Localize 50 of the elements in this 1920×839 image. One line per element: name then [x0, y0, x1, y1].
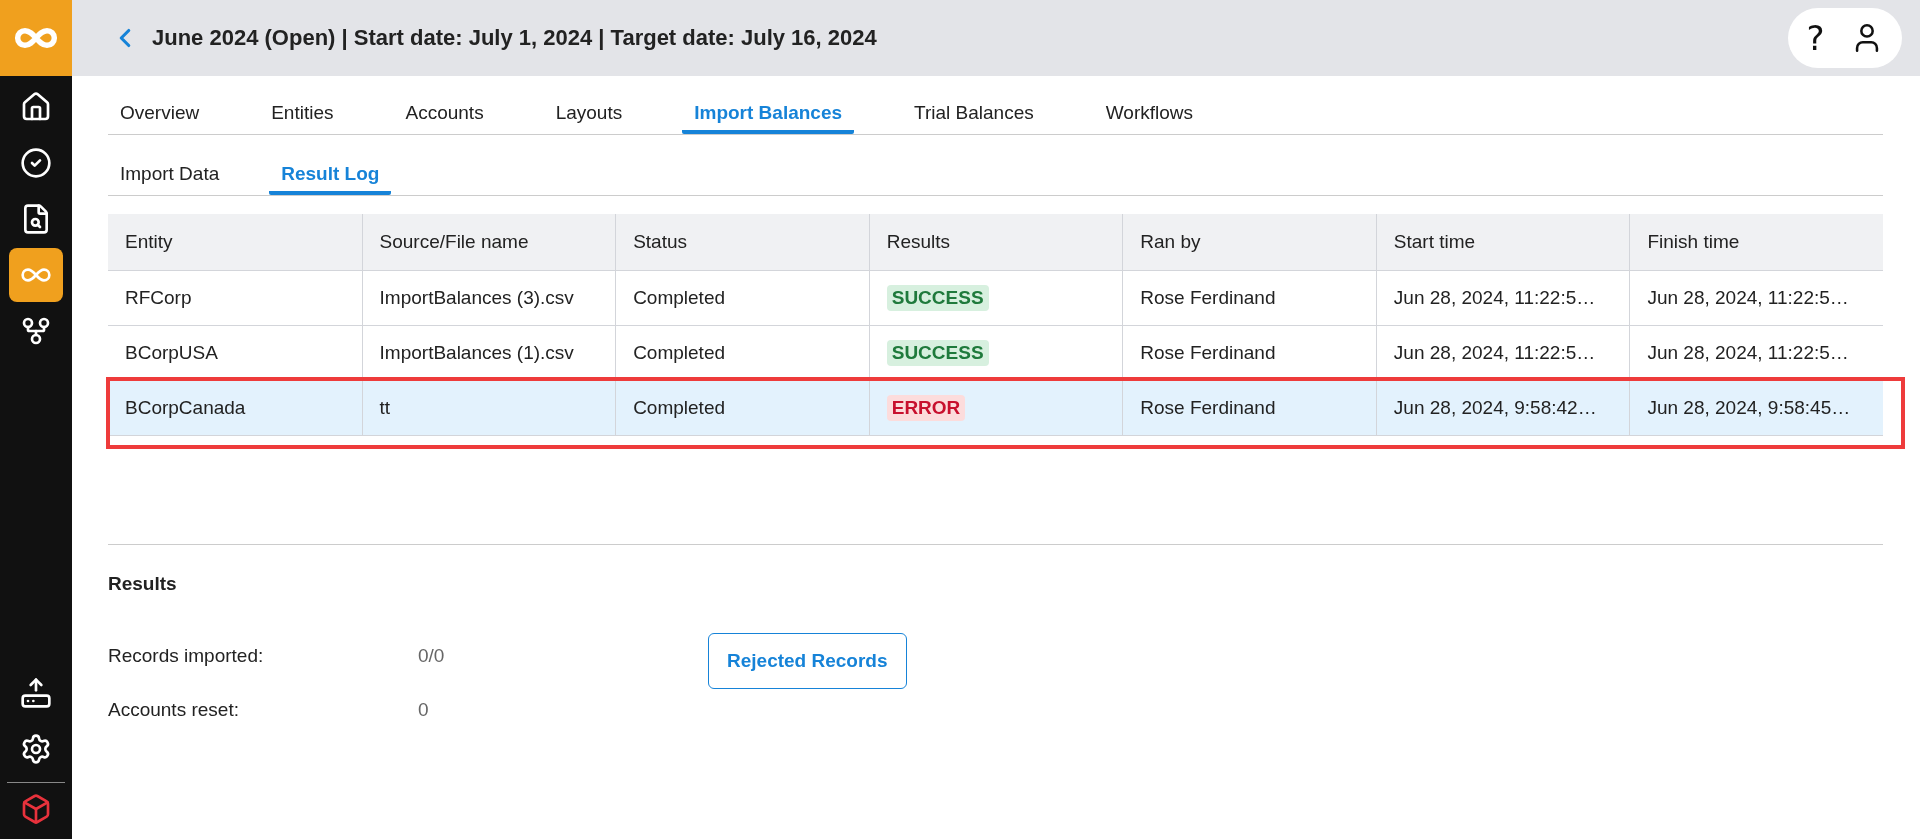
table-cell: Jun 28, 2024, 11:22:5… [1629, 325, 1883, 380]
status-badge: ERROR [886, 395, 966, 421]
tab[interactable]: Workflows [1093, 96, 1205, 134]
table-cell: tt [361, 380, 616, 436]
table-cell: BCorpCanada [108, 380, 362, 436]
table-cell: Jun 28, 2024, 11:22:5… [1375, 325, 1630, 380]
table-cell: Jun 28, 2024, 9:58:42… [1375, 380, 1630, 436]
field-label: Accounts reset: [108, 699, 240, 721]
column-header: Start time [1375, 214, 1630, 270]
subtab[interactable]: Import Data [108, 157, 232, 195]
table-cell: Completed [615, 270, 869, 325]
table-cell: Completed [615, 380, 869, 436]
tab[interactable]: Layouts [543, 96, 635, 134]
fork-icon [20, 315, 52, 347]
field-value: 0 [418, 699, 430, 721]
status-badge: SUCCESS [886, 285, 989, 311]
tab[interactable]: Overview [108, 96, 212, 134]
column-header: Results [868, 214, 1123, 270]
tab[interactable]: Import Balances [682, 96, 855, 134]
upload-drive-icon [20, 677, 52, 709]
table-cell: Jun 28, 2024, 11:22:5… [1629, 270, 1883, 325]
column-header: Source/File name [361, 214, 616, 270]
table-cell: Jun 28, 2024, 9:58:45… [1629, 380, 1883, 436]
table-cell: Rose Ferdinand [1122, 380, 1376, 436]
check-circle-icon [20, 147, 52, 179]
home-icon [20, 91, 52, 123]
subtab[interactable]: Result Log [269, 157, 392, 195]
table-cell: ImportBalances (3).csv [361, 270, 616, 325]
help-button[interactable]: ? [1806, 18, 1825, 58]
column-header: Status [615, 214, 869, 270]
section-title: Results [108, 573, 178, 595]
field-value: 0/0 [418, 645, 446, 667]
field-label: Records imported: [108, 645, 265, 667]
tab[interactable]: Entities [259, 96, 346, 134]
table-cell: Rose Ferdinand [1122, 270, 1376, 325]
table-cell: Jun 28, 2024, 11:22:5… [1375, 270, 1630, 325]
table-cell: Rose Ferdinand [1122, 325, 1376, 380]
page-title: June 2024 (Open) | Start date: July 1, 2024 | Target date: July 16, 2024 [152, 25, 878, 51]
table-cell: ImportBalances (1).csv [361, 325, 616, 380]
rejected-records-button[interactable]: Rejected Records [708, 633, 907, 689]
table-cell: Completed [615, 325, 869, 380]
tab[interactable]: Accounts [393, 96, 496, 134]
tab[interactable]: Trial Balances [902, 96, 1046, 134]
column-header: Finish time [1629, 214, 1883, 270]
column-header: Ran by [1122, 214, 1376, 270]
settings-icon [20, 733, 52, 765]
column-header: Entity [108, 214, 362, 270]
logo-tile[interactable] [0, 0, 72, 76]
status-badge: SUCCESS [886, 340, 989, 366]
cube-icon[interactable] [20, 793, 52, 825]
